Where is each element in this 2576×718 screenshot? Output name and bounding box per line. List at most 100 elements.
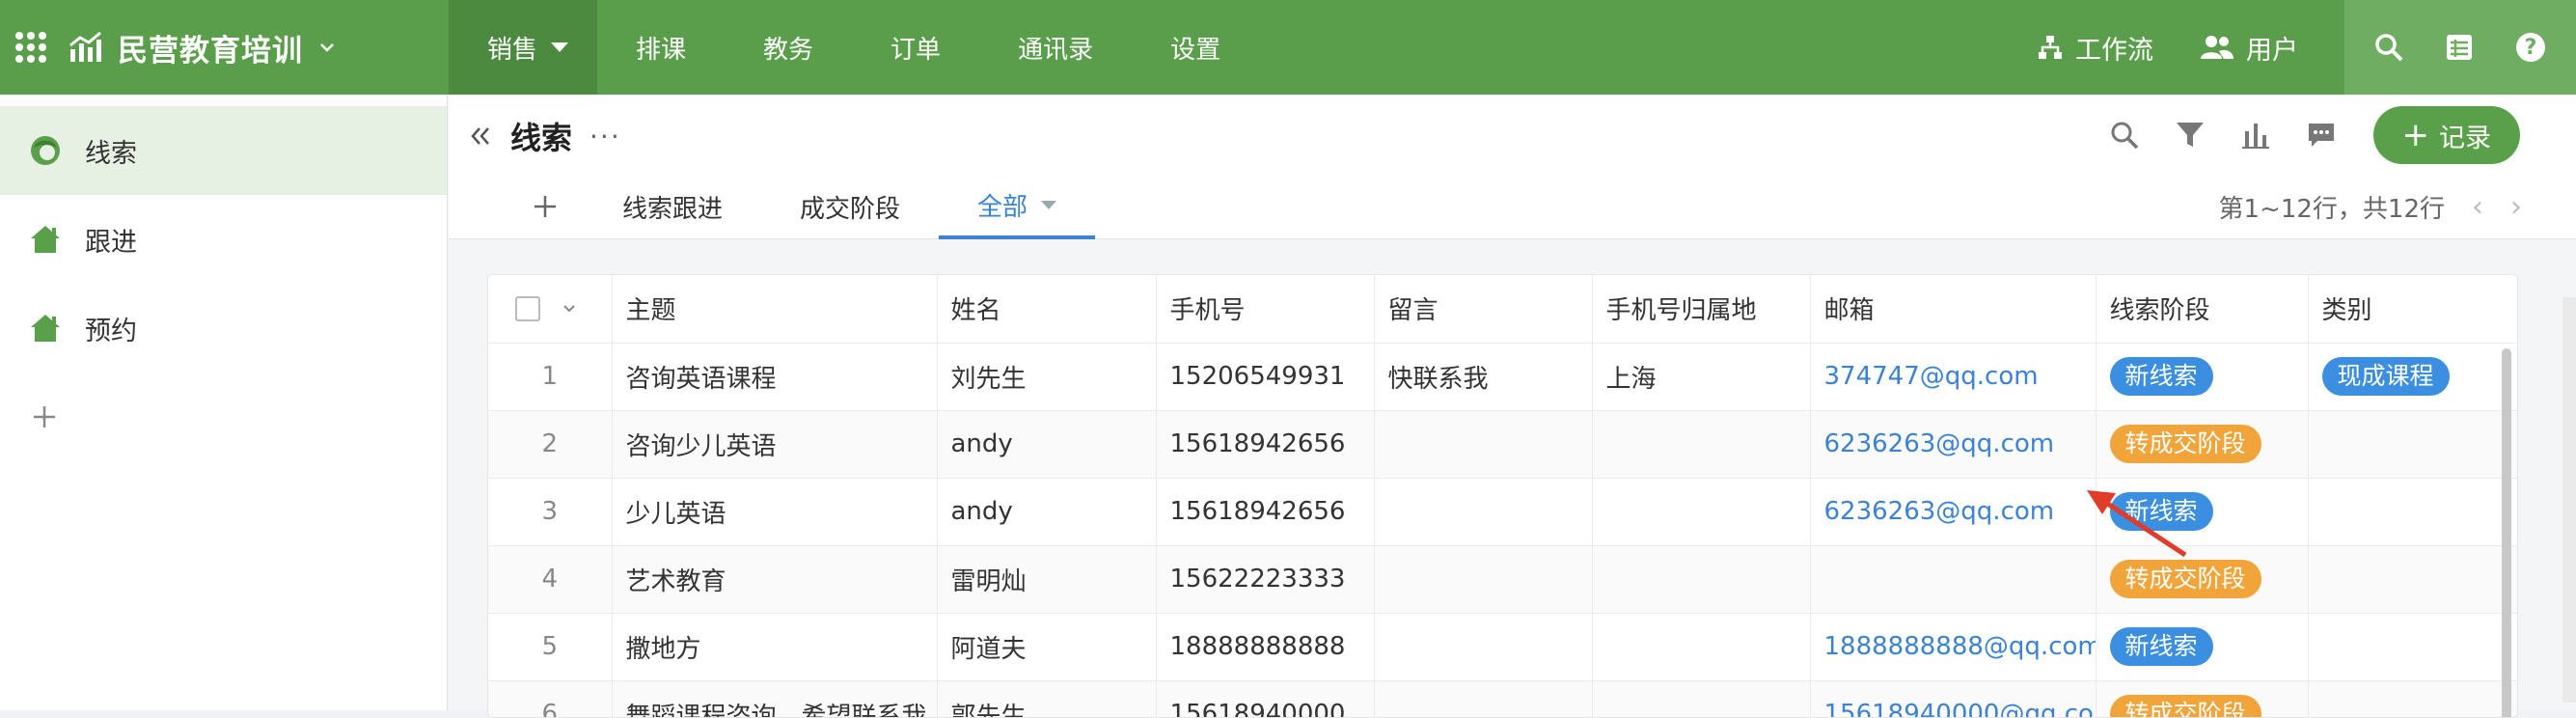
cell-location[interactable] bbox=[1592, 478, 1811, 546]
select-all-checkbox[interactable] bbox=[515, 296, 540, 322]
cell-name[interactable]: 郭先生 bbox=[937, 680, 1157, 717]
cell-stage[interactable]: 转成交阶段 bbox=[2096, 410, 2309, 479]
cell-name[interactable]: 刘先生 bbox=[937, 343, 1157, 411]
sidebar-item-leads[interactable]: 线索 bbox=[0, 106, 447, 195]
tab-lead-followup[interactable]: 线索跟进 bbox=[584, 174, 761, 239]
cell-subject[interactable]: 咨询英语课程 bbox=[612, 343, 938, 411]
chevron-down-icon[interactable] bbox=[318, 39, 336, 56]
cell-name[interactable]: 雷明灿 bbox=[937, 545, 1157, 614]
sidebar-add-button[interactable] bbox=[0, 373, 447, 461]
next-page-icon[interactable]: › bbox=[2510, 190, 2522, 224]
chart-tool[interactable] bbox=[2223, 120, 2288, 151]
cell-message[interactable] bbox=[1374, 680, 1593, 717]
cell-category[interactable]: 现成课程 bbox=[2308, 343, 2517, 411]
page-scrollbar[interactable] bbox=[2562, 297, 2576, 703]
cell-email[interactable]: 374747@qq.com bbox=[1810, 343, 2096, 411]
cell-message[interactable] bbox=[1374, 613, 1593, 681]
cell-name[interactable]: 阿道夫 bbox=[937, 613, 1157, 681]
cell-stage[interactable]: 新线索 bbox=[2096, 343, 2309, 411]
column-header[interactable]: 邮箱 bbox=[1810, 275, 2096, 344]
cell-subject[interactable]: 少儿英语 bbox=[612, 478, 938, 546]
nav-sales[interactable]: 销售 bbox=[449, 0, 598, 95]
tab-deal-stage[interactable]: 成交阶段 bbox=[761, 174, 939, 239]
search-tool[interactable] bbox=[2092, 120, 2157, 151]
table-row[interactable]: 4 艺术教育 雷明灿 15622223333 转成交阶段 bbox=[488, 545, 2517, 614]
nav-academic[interactable]: 教务 bbox=[725, 0, 852, 95]
help-icon[interactable]: ? bbox=[2514, 31, 2547, 64]
cell-message[interactable] bbox=[1374, 478, 1593, 546]
cell-phone[interactable]: 18888888888 bbox=[1156, 613, 1375, 681]
users-button[interactable]: 用户 bbox=[2200, 29, 2298, 67]
column-header[interactable]: 主题 bbox=[612, 275, 938, 344]
column-header[interactable]: 姓名 bbox=[937, 275, 1157, 344]
add-view-button[interactable] bbox=[507, 174, 584, 239]
cell-phone[interactable]: 15618940000 bbox=[1156, 680, 1375, 717]
cell-subject[interactable]: 舞蹈课程咨询，希望联系我 bbox=[612, 680, 938, 717]
cell-subject[interactable]: 咨询少儿英语 bbox=[612, 410, 938, 479]
column-header[interactable]: 线索阶段 bbox=[2096, 275, 2309, 344]
collapse-sidebar-icon[interactable] bbox=[468, 124, 493, 149]
cell-category[interactable] bbox=[2308, 410, 2517, 479]
cell-email[interactable]: 15618940000@qq.com bbox=[1810, 680, 2096, 717]
cell-category[interactable] bbox=[2308, 545, 2517, 614]
app-grid-icon[interactable] bbox=[15, 32, 46, 63]
table-row[interactable]: 6 舞蹈课程咨询，希望联系我 郭先生 15618940000 156189400… bbox=[488, 680, 2517, 717]
cell-location[interactable]: 上海 bbox=[1592, 343, 1811, 411]
add-record-button[interactable]: + 记录 bbox=[2372, 106, 2520, 164]
cell-category[interactable] bbox=[2308, 478, 2517, 546]
cell-email[interactable] bbox=[1810, 545, 2096, 614]
cell-location[interactable] bbox=[1592, 680, 1811, 717]
nav-contacts[interactable]: 通讯录 bbox=[979, 0, 1132, 95]
cell-message[interactable] bbox=[1374, 410, 1593, 479]
nav-scheduling[interactable]: 排课 bbox=[597, 0, 725, 95]
cell-phone[interactable]: 15206549931 bbox=[1156, 343, 1375, 411]
tab-all[interactable]: 全部 bbox=[939, 174, 1096, 239]
cell-email[interactable]: 6236263@qq.com bbox=[1810, 410, 2096, 479]
cell-message[interactable] bbox=[1374, 545, 1593, 614]
chevron-down-icon[interactable] bbox=[562, 301, 577, 317]
cell-stage[interactable]: 转成交阶段 bbox=[2096, 680, 2309, 717]
app-title: 民营教育培训 bbox=[118, 33, 303, 69]
cell-email[interactable]: 1888888888@qq.com bbox=[1810, 613, 2096, 681]
table-row[interactable]: 2 咨询少儿英语 andy 15618942656 6236263@qq.com… bbox=[488, 410, 2517, 479]
sidebar-item-appointment[interactable]: 预约 bbox=[0, 284, 447, 373]
spreadsheet-icon[interactable] bbox=[2444, 32, 2475, 63]
column-header[interactable]: 手机号 bbox=[1156, 275, 1375, 344]
cell-stage[interactable]: 新线索 bbox=[2096, 613, 2309, 681]
cell-location[interactable] bbox=[1592, 545, 1811, 614]
workflow-button[interactable]: 工作流 bbox=[2037, 29, 2153, 67]
cell-location[interactable] bbox=[1592, 613, 1811, 681]
search-icon[interactable] bbox=[2373, 32, 2404, 63]
nav-settings[interactable]: 设置 bbox=[1132, 0, 1259, 95]
table-row[interactable]: 1 咨询英语课程 刘先生 15206549931 快联系我 上海 374747@… bbox=[488, 343, 2517, 411]
comment-tool[interactable] bbox=[2288, 120, 2354, 151]
cell-message[interactable]: 快联系我 bbox=[1374, 343, 1593, 411]
search-icon bbox=[2111, 122, 2138, 150]
app-brand[interactable]: 民营教育培训 bbox=[0, 0, 449, 95]
cell-phone[interactable]: 15618942656 bbox=[1156, 478, 1375, 546]
column-header[interactable]: 类别 bbox=[2308, 275, 2517, 344]
cell-name[interactable]: andy bbox=[937, 410, 1157, 479]
cell-name[interactable]: andy bbox=[937, 478, 1157, 546]
nav-orders[interactable]: 订单 bbox=[852, 0, 979, 95]
table-scrollbar[interactable] bbox=[2502, 348, 2511, 717]
caret-down-icon[interactable] bbox=[1041, 200, 1057, 209]
select-all-cell[interactable] bbox=[488, 275, 613, 344]
cell-phone[interactable]: 15622223333 bbox=[1156, 545, 1375, 614]
more-options-icon[interactable]: ··· bbox=[589, 121, 621, 152]
cell-category[interactable] bbox=[2308, 680, 2517, 717]
column-header[interactable]: 手机号归属地 bbox=[1592, 275, 1811, 344]
filter-tool[interactable] bbox=[2157, 120, 2223, 151]
nav-label: 通讯录 bbox=[1018, 35, 1094, 65]
sidebar-item-followup[interactable]: 跟进 bbox=[0, 195, 447, 284]
cell-subject[interactable]: 撒地方 bbox=[612, 613, 938, 681]
prev-page-icon[interactable]: ‹ bbox=[2472, 190, 2483, 224]
cell-category[interactable] bbox=[2308, 613, 2517, 681]
table-row[interactable]: 5 撒地方 阿道夫 18888888888 1888888888@qq.com … bbox=[488, 613, 2517, 681]
column-header[interactable]: 留言 bbox=[1374, 275, 1593, 344]
cell-subject[interactable]: 艺术教育 bbox=[612, 545, 938, 614]
cell-location[interactable] bbox=[1592, 410, 1811, 479]
cell-phone[interactable]: 15618942656 bbox=[1156, 410, 1375, 479]
cell-email[interactable]: 6236263@qq.com bbox=[1810, 478, 2096, 546]
table-row[interactable]: 3 少儿英语 andy 15618942656 6236263@qq.com 新… bbox=[488, 478, 2517, 546]
